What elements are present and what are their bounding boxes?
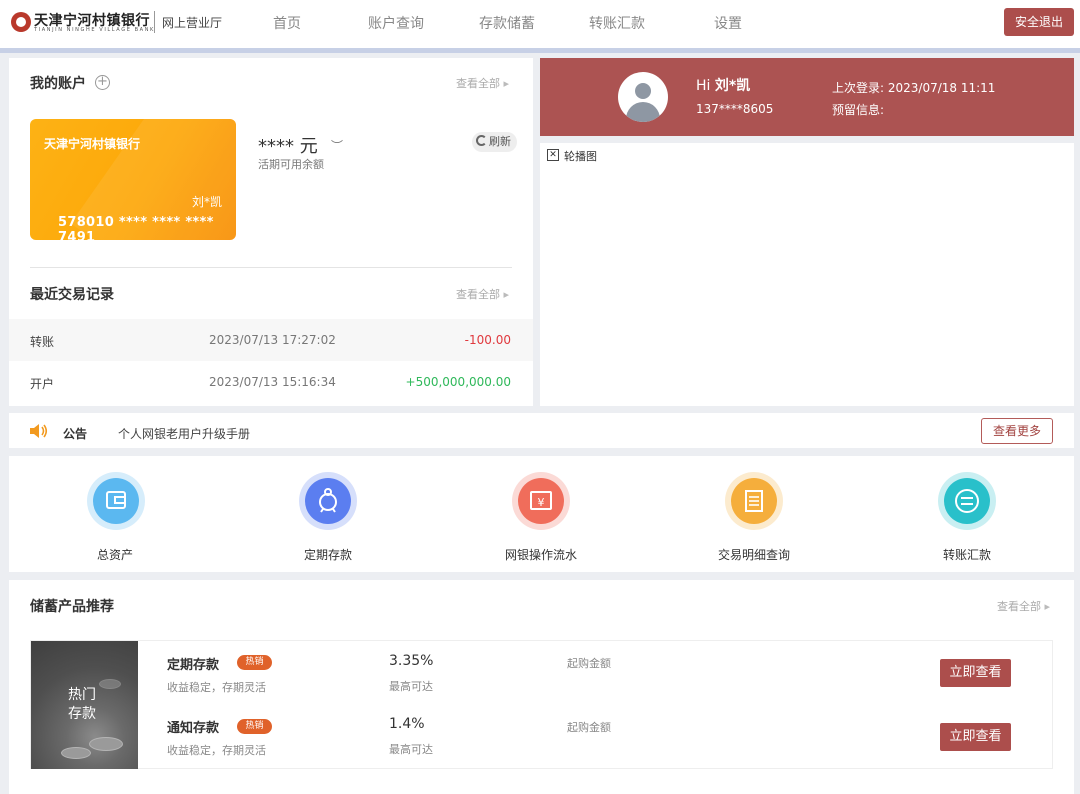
view-product-button[interactable]: 立即查看: [940, 723, 1011, 751]
bank-logo-icon: [11, 12, 31, 32]
quick-link-transaction-detail[interactable]: 交易明细查询: [694, 546, 814, 563]
wallet-icon-circle: [93, 478, 139, 524]
last-login-time: 2023/07/18 11:11: [887, 81, 996, 95]
account-view-all-link[interactable]: 查看全部: [456, 75, 509, 91]
nav-account-query[interactable]: 账户查询: [368, 13, 424, 33]
transaction-time: 2023/07/13 15:16:34: [209, 375, 336, 389]
piggy-bank-glyph: [319, 488, 337, 513]
speaker-icon: [30, 424, 48, 438]
user-name: 刘*凯: [714, 78, 751, 94]
bank-card[interactable]: 天津宁河村镇银行 刘*凯 578010 **** **** **** 7491: [30, 119, 236, 240]
notice-label: 公告: [63, 427, 88, 441]
product-name: 定期存款: [167, 658, 220, 673]
document-list-icon-circle: [731, 478, 777, 524]
view-more-button[interactable]: 查看更多: [981, 418, 1053, 444]
balance-value: **** 元: [258, 136, 318, 157]
card-number: 578010 **** **** **** 7491: [58, 215, 214, 240]
bank-name-en: TIANJIN NINGHE VILLAGE BANK: [34, 27, 155, 33]
hot-badge: 热销: [237, 655, 272, 670]
transfer-icon-circle: [944, 478, 990, 524]
notice-link[interactable]: 个人网银老用户升级手册: [118, 425, 250, 442]
nav-settings[interactable]: 设置: [714, 13, 742, 33]
section-divider: [30, 267, 512, 268]
products-view-all-link[interactable]: 查看全部: [997, 598, 1050, 614]
quick-link-total-assets[interactable]: 总资产: [55, 546, 175, 563]
transaction-time: 2023/07/13 17:27:02: [209, 333, 336, 347]
nav-home[interactable]: 首页: [273, 13, 301, 33]
avatar-head: [635, 83, 651, 99]
last-login-label: 上次登录:: [832, 81, 888, 95]
product-min-amount-label: 起购金额: [567, 657, 611, 670]
user-phone: 137****8605: [696, 102, 774, 116]
wallet-glyph: [106, 491, 126, 509]
last-login: 上次登录: 2023/07/18 11:11: [832, 79, 995, 96]
view-product-button[interactable]: 立即查看: [940, 659, 1011, 687]
greeting: Hi 刘*凯: [696, 75, 750, 95]
quick-link-fixed-deposit[interactable]: 定期存款: [268, 546, 388, 563]
transaction-type: 转账: [30, 335, 55, 349]
refresh-label: 刷新: [489, 135, 511, 148]
product-rate-label: 最高可达: [389, 743, 433, 756]
banner-text: 热门 存款: [36, 686, 128, 724]
eye-closed-icon[interactable]: ︶: [331, 137, 343, 154]
wallet-icon[interactable]: [87, 472, 145, 530]
transactions-title: 最近交易记录: [30, 287, 114, 303]
document-list-icon[interactable]: [725, 472, 783, 530]
table-row[interactable]: 转账 2023/07/13 17:27:02 -100.00: [9, 319, 533, 361]
svg-text:¥: ¥: [538, 496, 545, 509]
piggy-bank-icon-circle: [305, 478, 351, 524]
products-title: 储蓄产品推荐: [30, 599, 114, 615]
product-rate-label: 最高可达: [389, 680, 433, 693]
avatar[interactable]: [618, 72, 668, 122]
transaction-amount: +500,000,000.00: [405, 375, 511, 389]
carousel-alt-text: 轮播图: [564, 150, 597, 163]
carousel[interactable]: [540, 143, 1074, 406]
document-list-glyph: [745, 490, 763, 512]
product-name: 通知存款: [167, 721, 220, 736]
transaction-amount: -100.00: [464, 333, 511, 347]
product-description: 收益稳定，存期灵活: [167, 681, 266, 694]
transaction-type: 开户: [30, 377, 55, 391]
greeting-prefix: Hi: [696, 78, 715, 94]
nav-transfer[interactable]: 转账汇款: [589, 13, 645, 33]
coin-decoration: [89, 737, 123, 751]
transactions-view-all-link[interactable]: 查看全部: [456, 286, 509, 302]
piggy-bank-icon[interactable]: [299, 472, 357, 530]
card-holder-name: 刘*凯: [191, 195, 222, 209]
receipt-icon[interactable]: ¥: [512, 472, 570, 530]
reserved-info: 预留信息:: [832, 103, 885, 117]
banner-text-line-1: 热门: [68, 687, 96, 703]
refresh-icon: [476, 135, 487, 146]
header-accent-bar: [0, 48, 1080, 53]
product-rate: 3.35%: [389, 653, 434, 669]
quick-link-operation-log[interactable]: 网银操作流水: [481, 546, 601, 563]
banner-text-line-2: 存款: [68, 706, 96, 722]
product-description: 收益稳定，存期灵活: [167, 744, 266, 757]
nav-deposit[interactable]: 存款储蓄: [479, 13, 535, 33]
add-account-icon[interactable]: +: [95, 75, 110, 90]
table-row[interactable]: 开户 2023/07/13 15:16:34 +500,000,000.00: [9, 361, 533, 403]
logo-separator: [154, 11, 155, 33]
balance-label: 活期可用余额: [258, 158, 324, 171]
transfer-icon[interactable]: [938, 472, 996, 530]
coin-decoration: [61, 747, 91, 759]
portal-title: 网上营业厅: [162, 16, 223, 30]
receipt-glyph: ¥: [530, 491, 552, 510]
hot-badge: 热销: [237, 719, 272, 734]
product-rate: 1.4%: [389, 716, 425, 732]
product-min-amount-label: 起购金额: [567, 721, 611, 734]
account-title: 我的账户: [30, 76, 86, 92]
logout-button[interactable]: 安全退出: [1004, 8, 1074, 36]
card-bank-name: 天津宁河村镇银行: [44, 137, 141, 151]
receipt-icon-circle: ¥: [518, 478, 564, 524]
transfer-glyph: [955, 489, 979, 513]
quick-link-transfer[interactable]: 转账汇款: [907, 546, 1027, 563]
refresh-button[interactable]: 刷新: [472, 132, 517, 152]
avatar-body: [626, 102, 660, 122]
broken-image-icon: ✕: [547, 149, 559, 161]
